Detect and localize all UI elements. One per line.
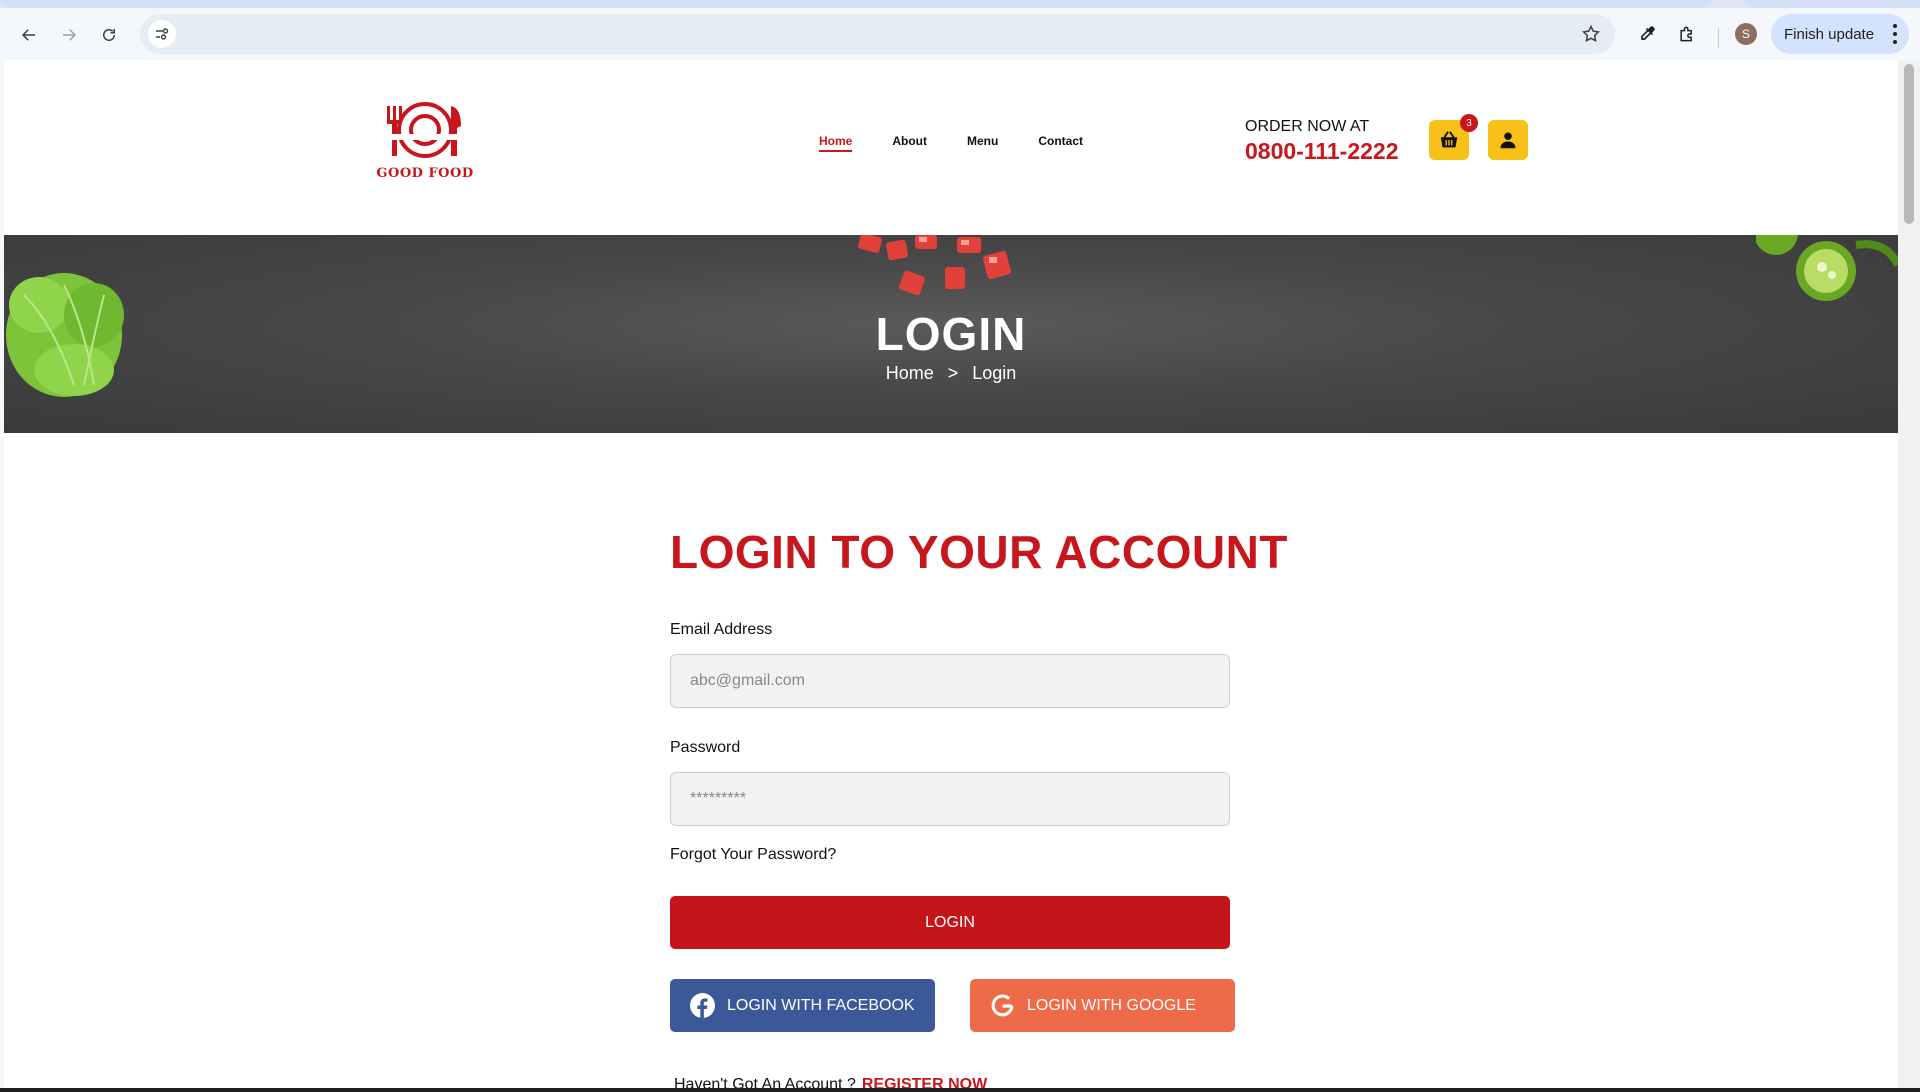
breadcrumb-separator: >: [947, 363, 959, 383]
cart-count-badge: 3: [1460, 114, 1478, 132]
register-now-link[interactable]: REGISTER NOW: [862, 1076, 987, 1088]
other-tab[interactable]: [1745, 0, 1920, 8]
jalapeno-decoration: [1756, 235, 1898, 301]
scrollbar-thumb[interactable]: [1904, 64, 1914, 224]
google-button-label: LOGIN WITH GOOGLE: [1027, 996, 1196, 1014]
page-viewport: GOOD FOOD Home About Menu Contact ORDER …: [4, 60, 1898, 1088]
eyedropper-icon[interactable]: [1635, 22, 1659, 46]
facebook-icon: [690, 993, 715, 1018]
account-button[interactable]: [1488, 120, 1528, 160]
login-with-google-button[interactable]: LOGIN WITH GOOGLE: [970, 979, 1235, 1032]
profile-avatar[interactable]: S: [1735, 23, 1757, 45]
browser-tabstrip: [0, 0, 1920, 8]
toolbar-divider: [1718, 28, 1719, 48]
nav-menu[interactable]: Menu: [967, 134, 998, 152]
order-phone-number[interactable]: 0800-111-2222: [1245, 138, 1399, 165]
cart-button[interactable]: 3: [1429, 114, 1478, 160]
nav-contact[interactable]: Contact: [1038, 134, 1083, 152]
breadcrumb: Home > Login: [4, 363, 1898, 384]
facebook-button-label: LOGIN WITH FACEBOOK: [727, 996, 915, 1014]
email-field[interactable]: abc@gmail.com: [670, 654, 1230, 708]
nav-about[interactable]: About: [892, 134, 927, 152]
login-button[interactable]: LOGIN: [670, 896, 1230, 949]
login-heading: LOGIN TO YOUR ACCOUNT: [670, 526, 1288, 578]
logo-text: GOOD FOOD: [376, 166, 474, 181]
reload-icon[interactable]: [94, 20, 124, 50]
site-info-icon[interactable]: [148, 20, 176, 48]
login-with-facebook-button[interactable]: LOGIN WITH FACEBOOK: [670, 979, 935, 1032]
good-food-logo[interactable]: GOOD FOOD: [373, 98, 477, 181]
google-icon: [991, 994, 1014, 1017]
main-nav: Home About Menu Contact: [819, 134, 1123, 152]
order-now-label: ORDER NOW AT: [1245, 118, 1370, 135]
password-label: Password: [670, 739, 741, 756]
address-bar[interactable]: [140, 14, 1615, 54]
breadcrumb-current: Login: [972, 363, 1017, 383]
page-scrollbar[interactable]: [1898, 60, 1920, 1092]
finish-update-button[interactable]: Finish update: [1771, 14, 1909, 54]
forgot-password-link[interactable]: Forgot Your Password?: [670, 846, 836, 864]
site-header: GOOD FOOD Home About Menu Contact ORDER …: [4, 60, 1898, 235]
banner-title: LOGIN: [875, 308, 1027, 360]
password-field[interactable]: *********: [670, 772, 1230, 826]
breadcrumb-home[interactable]: Home: [886, 363, 934, 383]
register-prompt: Haven't Got An Account ? REGISTER NOW: [674, 1076, 987, 1088]
page-banner: LOGIN Home > Login: [4, 235, 1898, 433]
browser-toolbar: S Finish update: [0, 8, 1920, 60]
finish-update-label: Finish update: [1784, 25, 1875, 43]
basket-icon: [1440, 131, 1458, 148]
no-account-text: Haven't Got An Account ?: [674, 1076, 856, 1088]
user-icon: [1500, 132, 1516, 149]
plate-cutlery-logo-icon: [383, 102, 467, 158]
back-icon[interactable]: [14, 20, 44, 50]
email-label: Email Address: [670, 621, 773, 638]
more-menu-icon[interactable]: [1893, 24, 1897, 44]
nav-home[interactable]: Home: [819, 134, 853, 152]
bookmark-star-icon[interactable]: [1581, 24, 1601, 44]
tomato-decoration: [857, 235, 1012, 296]
window-bottom-edge: [0, 1088, 1920, 1092]
extensions-icon[interactable]: [1675, 22, 1699, 46]
active-tab[interactable]: [0, 0, 1710, 8]
forward-icon[interactable]: [54, 20, 84, 50]
